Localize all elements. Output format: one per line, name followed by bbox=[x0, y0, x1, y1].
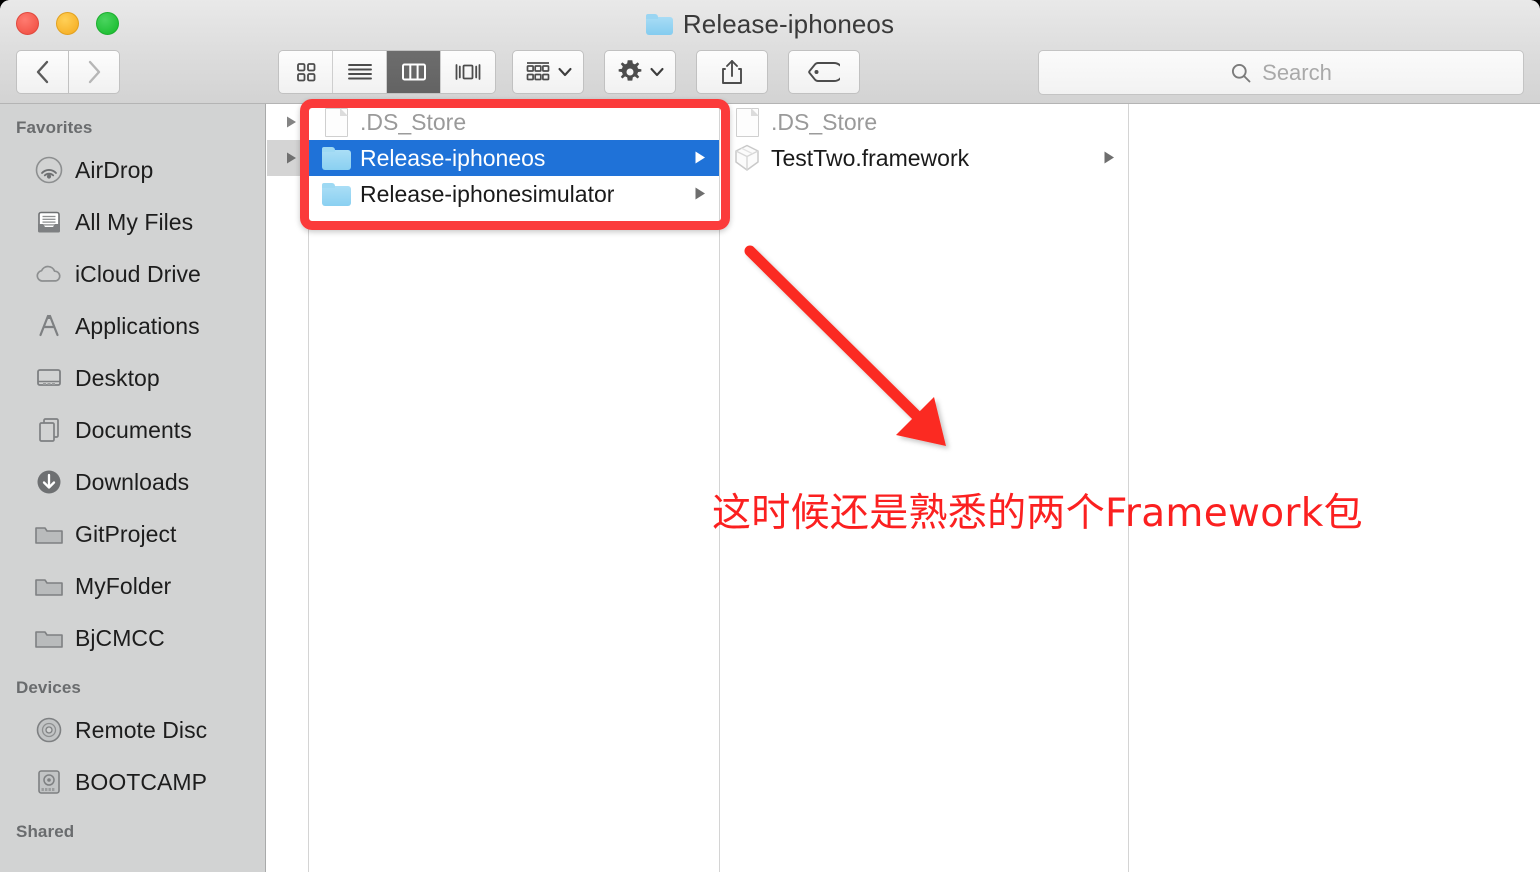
window-title-bar: Release-iphoneos bbox=[0, 6, 1540, 42]
sidebar-item-label: MyFolder bbox=[75, 572, 172, 599]
downloads-icon bbox=[34, 467, 64, 497]
sidebar-item-label: BjCMCC bbox=[75, 624, 165, 651]
column-0-partial[interactable] bbox=[267, 104, 309, 872]
page-title: Release-iphoneos bbox=[682, 8, 895, 39]
file-name: Release-iphonesimulator bbox=[360, 180, 615, 207]
framework-icon bbox=[732, 143, 762, 173]
forward-button[interactable] bbox=[68, 50, 120, 94]
chevron-right-icon bbox=[88, 60, 101, 84]
tag-icon bbox=[808, 62, 840, 82]
sidebar-item-label: BOOTCAMP bbox=[75, 768, 208, 795]
documents-icon bbox=[34, 415, 64, 445]
sidebar-item-label: AirDrop bbox=[75, 156, 154, 183]
list-item[interactable]: Release-iphoneos bbox=[309, 140, 719, 176]
sidebar-item-label: Downloads bbox=[75, 468, 190, 495]
list-item[interactable]: .DS_Store bbox=[720, 104, 1128, 140]
arrange-grid-icon bbox=[526, 62, 549, 81]
gear-icon bbox=[618, 60, 641, 81]
back-button[interactable] bbox=[16, 50, 68, 94]
folder-icon bbox=[321, 182, 351, 206]
sidebar-item-bjcmcc[interactable]: BjCMCC bbox=[0, 612, 265, 664]
sidebar-item-label: Desktop bbox=[75, 364, 160, 391]
action-button[interactable] bbox=[604, 50, 676, 94]
all-my-files-icon bbox=[34, 207, 64, 237]
list-view-button[interactable] bbox=[333, 51, 387, 93]
document-icon bbox=[321, 107, 351, 137]
sidebar[interactable]: Favorites AirDrop All My Files iCloud Dr… bbox=[0, 104, 266, 872]
share-icon bbox=[722, 60, 742, 84]
gallery-view-button[interactable] bbox=[441, 51, 495, 93]
sidebar-section-shared: Shared bbox=[16, 822, 75, 841]
sidebar-item-label: Remote Disc bbox=[75, 716, 208, 743]
desktop-icon bbox=[34, 363, 64, 393]
document-icon bbox=[732, 107, 762, 137]
sidebar-item-label: iCloud Drive bbox=[75, 260, 201, 287]
sidebar-item-airdrop[interactable]: AirDrop bbox=[0, 144, 265, 196]
arrange-button[interactable] bbox=[512, 50, 584, 94]
disclosure-triangle-icon bbox=[693, 145, 707, 172]
sidebar-item-remote-disc[interactable]: Remote Disc bbox=[0, 704, 265, 756]
chevron-down-icon bbox=[649, 67, 664, 77]
share-button[interactable] bbox=[696, 50, 768, 94]
sidebar-item-all-my-files[interactable]: All My Files bbox=[0, 196, 265, 248]
file-name: TestTwo.framework bbox=[771, 144, 970, 171]
sidebar-item-downloads[interactable]: Downloads bbox=[0, 456, 265, 508]
folder-icon bbox=[34, 623, 64, 653]
sidebar-item-myfolder[interactable]: MyFolder bbox=[0, 560, 265, 612]
titlebar: Release-iphoneos Search bbox=[0, 0, 1540, 104]
list-item[interactable] bbox=[267, 140, 308, 176]
list-item[interactable]: .DS_Store bbox=[309, 104, 719, 140]
file-name: Release-iphoneos bbox=[360, 144, 546, 171]
view-mode-segmented-control[interactable] bbox=[278, 50, 496, 94]
annotation-caption: 这时候还是熟悉的两个Framework包 bbox=[712, 491, 1363, 536]
list-item[interactable] bbox=[267, 104, 308, 140]
sidebar-item-bootcamp[interactable]: BOOTCAMP bbox=[0, 756, 265, 808]
optical-disc-icon bbox=[34, 715, 64, 745]
hard-drive-icon bbox=[34, 767, 64, 797]
icon-view-button[interactable] bbox=[279, 51, 333, 93]
search-input[interactable]: Search bbox=[1038, 50, 1524, 95]
folder-icon bbox=[34, 519, 64, 549]
sidebar-section-devices: Devices bbox=[16, 678, 81, 697]
grid-icon bbox=[296, 63, 315, 82]
sidebar-item-label: Documents bbox=[75, 416, 192, 443]
sidebar-section-favorites: Favorites bbox=[16, 118, 93, 137]
list-item[interactable]: TestTwo.framework bbox=[720, 140, 1128, 176]
disclosure-triangle-icon bbox=[285, 109, 298, 136]
sidebar-item-icloud-drive[interactable]: iCloud Drive bbox=[0, 248, 265, 300]
sidebar-item-label: GitProject bbox=[75, 520, 177, 547]
sidebar-item-applications[interactable]: Applications bbox=[0, 300, 265, 352]
folder-icon bbox=[645, 13, 673, 35]
coverflow-icon bbox=[455, 64, 481, 80]
file-name: .DS_Store bbox=[360, 108, 467, 135]
column-1[interactable]: .DS_Store Release-iphoneos Release-iphon… bbox=[309, 104, 720, 872]
airdrop-icon bbox=[34, 155, 64, 185]
folder-icon bbox=[321, 146, 351, 170]
applications-icon bbox=[34, 311, 64, 341]
tags-button[interactable] bbox=[788, 50, 860, 94]
chevron-left-icon bbox=[36, 60, 48, 84]
list-icon bbox=[347, 64, 372, 80]
icloud-icon bbox=[34, 259, 64, 289]
sidebar-item-gitproject[interactable]: GitProject bbox=[0, 508, 265, 560]
file-name: .DS_Store bbox=[771, 108, 878, 135]
sidebar-item-label: All My Files bbox=[75, 208, 194, 235]
sidebar-item-desktop[interactable]: Desktop bbox=[0, 352, 265, 404]
disclosure-triangle-icon bbox=[285, 145, 298, 172]
list-item[interactable]: Release-iphonesimulator bbox=[309, 176, 719, 212]
disclosure-triangle-icon bbox=[693, 181, 707, 208]
sidebar-item-label: Applications bbox=[75, 312, 200, 339]
sidebar-item-documents[interactable]: Documents bbox=[0, 404, 265, 456]
column-view-button[interactable] bbox=[387, 51, 441, 93]
search-placeholder: Search bbox=[1262, 59, 1332, 85]
columns-icon bbox=[401, 63, 426, 81]
search-icon bbox=[1232, 63, 1251, 82]
finder-window: Release-iphoneos Search Favorites AirDro… bbox=[0, 0, 1540, 872]
folder-icon bbox=[34, 571, 64, 601]
chevron-down-icon bbox=[557, 67, 572, 77]
disclosure-triangle-icon bbox=[1102, 145, 1116, 172]
